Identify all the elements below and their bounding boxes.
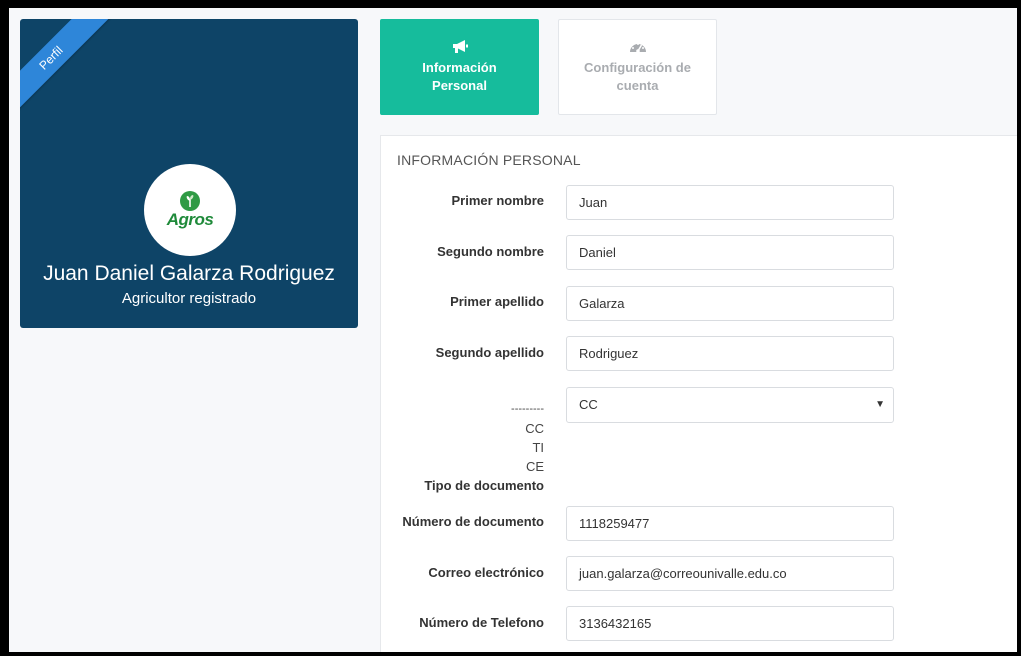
screen-frame-right [1017, 0, 1021, 656]
label-segundo-nombre: Segundo nombre [437, 244, 544, 259]
numero-telefono-input[interactable]: 3136432165 [566, 606, 894, 641]
tab-label-line1: Información [422, 60, 497, 75]
primer-apellido-input[interactable]: Galarza [566, 286, 894, 321]
numero-documento-input[interactable]: 1118259477 [566, 506, 894, 541]
section-title: INFORMACIÓN PERSONAL [397, 152, 581, 168]
label-segundo-apellido: Segundo apellido [435, 345, 544, 360]
profile-role: Agricultor registrado [121, 290, 257, 307]
label-numero-telefono: Número de Telefono [419, 615, 544, 630]
document-type-options-list: --------- CC TI CE Tipo de documento [364, 400, 544, 495]
label-primer-apellido: Primer apellido [450, 294, 544, 309]
screen-frame-bottom [0, 652, 1021, 656]
tab-configuracion-cuenta[interactable]: Configuración de cuenta [558, 19, 717, 115]
tab-label-line2: Personal [432, 78, 487, 93]
label-tipo-documento: Tipo de documento [424, 478, 544, 493]
label-correo-electronico: Correo electrónico [428, 565, 544, 580]
screen-frame-top [0, 0, 1021, 8]
segundo-apellido-input[interactable]: Rodriguez [566, 336, 894, 371]
document-option: TI [532, 440, 544, 455]
screen-frame-left [0, 0, 9, 656]
document-option: CE [525, 459, 544, 474]
app-window: Perfil Agros Juan Daniel Galarza Rodrigu… [9, 8, 1017, 652]
document-option: --------- [511, 403, 544, 415]
profile-card: Perfil Agros Juan Daniel Galarza Rodrigu… [20, 19, 358, 328]
sprout-icon [180, 191, 200, 211]
label-numero-documento: Número de documento [402, 514, 544, 529]
document-option: CC [525, 421, 544, 436]
dashboard-icon [629, 43, 646, 53]
avatar: Agros [144, 164, 236, 256]
profile-ribbon: Perfil [20, 19, 114, 121]
megaphone-icon [452, 40, 468, 53]
personal-info-panel: INFORMACIÓN PERSONAL Primer nombre Juan … [380, 135, 1017, 652]
primer-nombre-input[interactable]: Juan [566, 185, 894, 220]
label-primer-nombre: Primer nombre [451, 193, 544, 208]
profile-name: Juan Daniel Galarza Rodriguez [43, 262, 335, 285]
tab-label-line2: cuenta [616, 78, 659, 93]
correo-electronico-input[interactable]: juan.galarza@correounivalle.edu.co [566, 556, 894, 591]
tab-informacion-personal[interactable]: Información Personal [380, 19, 539, 115]
caret-down-icon: ▼ [875, 399, 885, 410]
document-type-selected: CC [579, 397, 598, 412]
document-type-select[interactable]: CC ▼ [566, 387, 894, 423]
logo-text: Agros [166, 210, 214, 229]
tab-label-line1: Configuración de [584, 60, 691, 75]
segundo-nombre-input[interactable]: Daniel [566, 235, 894, 270]
